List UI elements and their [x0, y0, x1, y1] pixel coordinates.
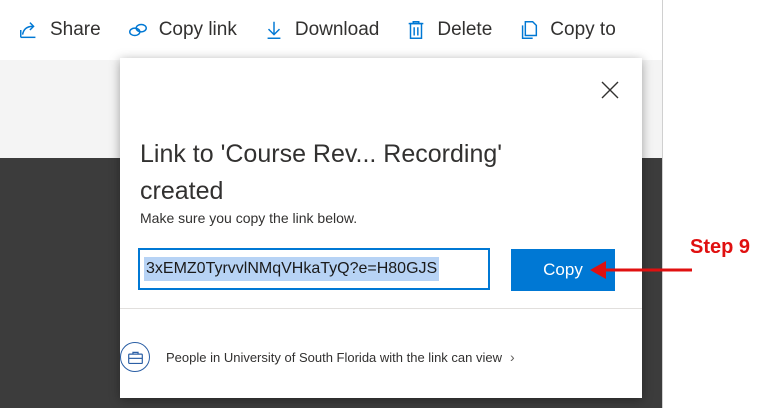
- download-label: Download: [294, 19, 380, 40]
- copy-to-icon: [518, 19, 540, 41]
- download-button[interactable]: Download: [263, 19, 380, 41]
- annotation-arrow-icon: [590, 261, 692, 279]
- chevron-right-icon: ›: [510, 349, 515, 365]
- copy-to-button[interactable]: Copy to: [518, 19, 616, 41]
- command-bar: Share Copy link Download Delete Copy to: [0, 0, 662, 60]
- delete-label: Delete: [437, 19, 493, 40]
- share-label: Share: [50, 19, 101, 40]
- trash-icon: [405, 19, 427, 41]
- share-icon: [18, 19, 40, 41]
- copy-link-dialog: Link to 'Course Rev... Recording' create…: [120, 58, 642, 398]
- page-edge-divider: [662, 0, 663, 408]
- close-button[interactable]: [600, 80, 620, 100]
- delete-button[interactable]: Delete: [405, 19, 492, 41]
- link-value: 3xEMZ0TyrvvlNMqVHkaTyQ?e=H80GJS: [144, 257, 440, 281]
- download-icon: [263, 19, 285, 41]
- permission-text: People in University of South Florida wi…: [166, 349, 502, 365]
- link-settings-button[interactable]: People in University of South Florida wi…: [120, 340, 515, 374]
- link-icon: [127, 19, 149, 41]
- copy-link-label: Copy link: [158, 19, 237, 40]
- copy-link-button[interactable]: Copy link: [127, 19, 237, 41]
- link-field[interactable]: 3xEMZ0TyrvvlNMqVHkaTyQ?e=H80GJS: [138, 248, 490, 290]
- close-icon: [601, 81, 619, 99]
- briefcase-icon: [120, 342, 150, 372]
- dialog-subtitle: Make sure you copy the link below.: [140, 210, 358, 226]
- share-button[interactable]: Share: [18, 19, 101, 41]
- dialog-title: Link to 'Course Rev... Recording' create…: [140, 140, 503, 205]
- dialog-divider: [120, 308, 642, 309]
- step-annotation-label: Step 9: [690, 236, 751, 258]
- copy-to-label: Copy to: [550, 19, 616, 40]
